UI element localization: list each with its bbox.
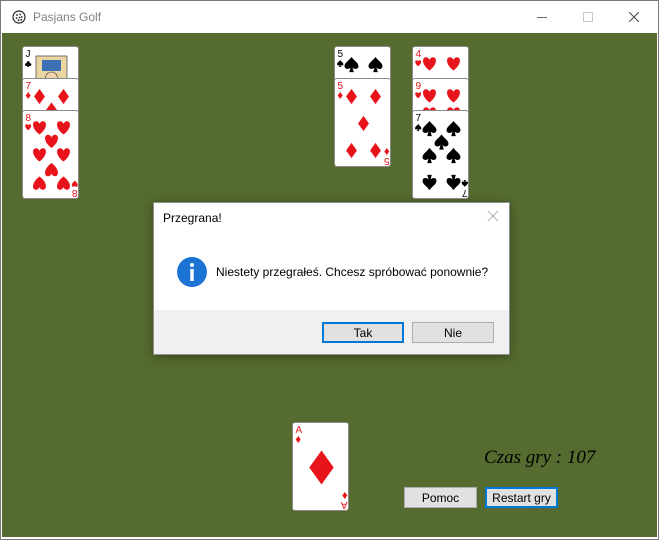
- window-title: Pasjans Golf: [33, 10, 102, 24]
- diamond-pip: [337, 92, 343, 99]
- club-pip: [25, 61, 32, 67]
- spade-pip: [337, 60, 344, 67]
- diamond-pip: [25, 92, 31, 99]
- card-rank: 9: [416, 81, 422, 92]
- diamond-pip: [58, 88, 69, 105]
- heart-pip: [71, 180, 78, 187]
- heart-pip: [423, 57, 436, 71]
- heart-pip: [447, 57, 460, 71]
- dialog-close-icon[interactable]: [486, 209, 500, 223]
- spade-pip: [422, 120, 437, 137]
- spade-pip: [415, 124, 422, 131]
- heart-pip: [57, 121, 70, 135]
- card-rank: A: [296, 425, 303, 436]
- heart-pip: [45, 163, 58, 177]
- heart-pip: [415, 60, 422, 67]
- spade-pip: [446, 147, 461, 164]
- heart-pip: [33, 176, 46, 190]
- title-bar: Pasjans Golf: [1, 1, 658, 33]
- card-rank: 5: [338, 49, 344, 60]
- heart-pip: [45, 134, 58, 148]
- golf-ball-icon: [12, 10, 26, 24]
- spade-pip: [344, 56, 359, 73]
- heart-pip: [57, 148, 70, 162]
- info-icon: [176, 256, 208, 288]
- card-rank: 5: [384, 155, 390, 166]
- diamond-pip: [342, 492, 348, 499]
- heart-pip: [447, 89, 460, 103]
- close-icon: [629, 12, 639, 22]
- minimize-icon: [537, 17, 547, 18]
- diamond-pip: [34, 88, 45, 105]
- card-rank: 5: [338, 81, 344, 92]
- spade-pip: [461, 180, 468, 187]
- card-rank: 7: [26, 81, 32, 92]
- diamond-pip: [358, 115, 369, 132]
- minimize-button[interactable]: [519, 1, 565, 33]
- dialog-button-bar: Tak Nie: [154, 310, 509, 354]
- spade-pip: [368, 56, 383, 73]
- spade-pip: [434, 134, 449, 150]
- heart-pip: [57, 176, 70, 190]
- diamond-pip: [370, 88, 381, 105]
- close-button[interactable]: [611, 1, 657, 33]
- diamond-pip: [370, 142, 381, 159]
- maximize-button[interactable]: [565, 1, 611, 33]
- card-rank: 8: [72, 187, 78, 198]
- heart-pip: [33, 121, 46, 135]
- no-button[interactable]: Nie: [412, 322, 494, 343]
- diamond-pip: [346, 88, 357, 105]
- diamond-pip: [384, 148, 390, 155]
- spade-pip: [446, 120, 461, 137]
- spade-pip: [422, 174, 437, 191]
- card-rank: 7: [462, 187, 468, 198]
- card[interactable]: 77: [412, 110, 469, 199]
- yes-button[interactable]: Tak: [322, 322, 404, 343]
- heart-pip: [415, 92, 422, 99]
- diamond-pip: [346, 142, 357, 159]
- diamond-pip: [309, 450, 334, 485]
- heart-pip: [33, 148, 46, 162]
- diamond-pip: [295, 436, 301, 443]
- spade-pip: [422, 147, 437, 164]
- card-rank: J: [26, 49, 31, 60]
- card[interactable]: 55: [334, 78, 391, 167]
- card-rank: 8: [26, 113, 32, 124]
- app-window: Pasjans Golf JJ77885555449977AA Czas gry…: [0, 0, 659, 540]
- card-rank: 4: [416, 49, 422, 60]
- card[interactable]: 88: [22, 110, 79, 199]
- maximize-icon: [583, 12, 593, 22]
- jack-hat: [42, 60, 61, 71]
- card-rank: A: [341, 499, 348, 510]
- restart-button[interactable]: Restart gry: [485, 487, 558, 508]
- game-timer: Czas gry : 107: [484, 447, 596, 468]
- dialog-message: Niestety przegrałeś. Chcesz spróbować po…: [216, 265, 489, 279]
- spade-pip: [446, 174, 461, 191]
- heart-pip: [25, 124, 32, 131]
- dialog-title: Przegrana!: [163, 211, 222, 225]
- message-dialog: Przegrana! Niestety przegrałeś. Chcesz s…: [153, 202, 510, 355]
- waste-pile-card[interactable]: AA: [292, 422, 349, 511]
- heart-pip: [423, 89, 436, 103]
- card-rank: 7: [416, 113, 422, 124]
- help-button[interactable]: Pomoc: [404, 487, 477, 508]
